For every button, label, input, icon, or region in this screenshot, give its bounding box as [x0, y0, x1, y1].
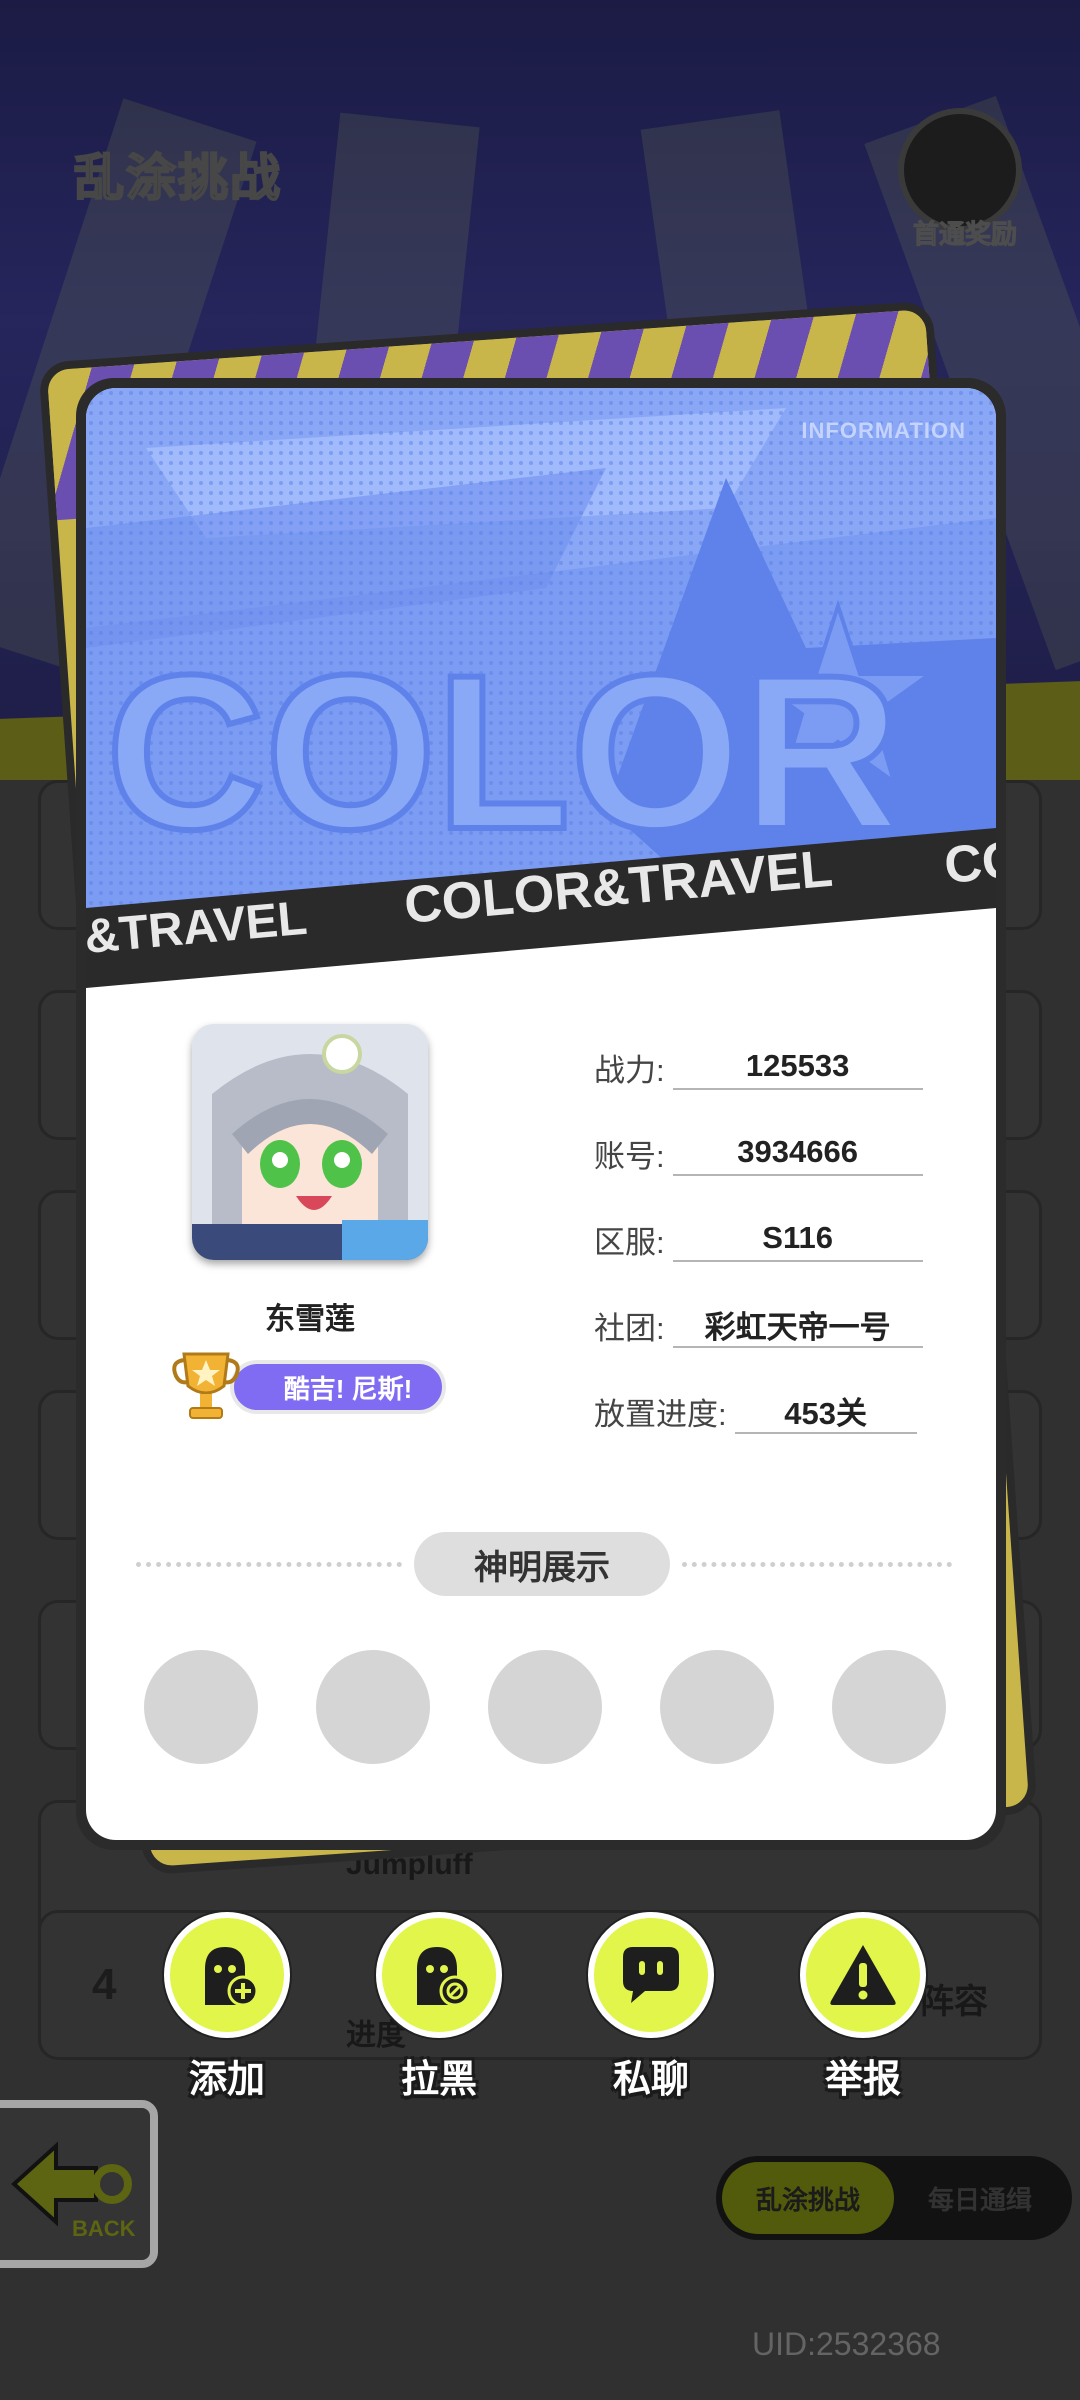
stat-account: 账号: 3934666	[594, 1120, 923, 1176]
information-tag: INFORMATION	[801, 418, 966, 443]
stat-server: 区服: S116	[594, 1206, 923, 1262]
stat-value: 彩虹天帝一号	[672, 1302, 923, 1348]
divider-right	[682, 1562, 952, 1567]
private-chat-button[interactable]: 私聊	[588, 1912, 714, 2103]
divider-left	[136, 1562, 402, 1567]
stat-label: 战力:	[594, 1053, 665, 1088]
stat-label: 账号:	[594, 1139, 665, 1174]
title-badge-text: 酷吉! 尼斯!	[283, 1373, 413, 1404]
chat-icon	[623, 1947, 679, 2003]
stat-value: S116	[672, 1216, 923, 1262]
stat-guild: 社团: 彩虹天帝一号	[594, 1292, 923, 1348]
player-name: 东雪莲	[265, 1303, 355, 1336]
banner-tagline-right: CO	[942, 830, 996, 895]
block-button[interactable]: 拉黑	[376, 1912, 502, 2103]
block-label: 拉黑	[400, 2059, 477, 2101]
showcase-slot[interactable]	[144, 1650, 258, 1764]
showcase-slot[interactable]	[316, 1650, 430, 1764]
stat-label: 放置进度:	[594, 1397, 727, 1432]
block-circle[interactable]	[376, 1912, 502, 2038]
stat-value: 125533	[672, 1044, 923, 1090]
report-circle[interactable]	[800, 1912, 926, 2038]
stat-power: 战力: 125533	[594, 1034, 923, 1090]
showcase-title: 神明展示	[414, 1532, 670, 1596]
add-friend-button[interactable]: 添加	[164, 1912, 290, 2103]
showcase-slot[interactable]	[660, 1650, 774, 1764]
banner-word: COLOR	[106, 629, 900, 875]
private-chat-label: 私聊	[612, 2059, 689, 2101]
stat-idle-progress: 放置进度: 453关	[594, 1378, 917, 1434]
banner-artwork: COLOR &TRAVEL COLOR&TRAVEL CO	[86, 388, 996, 988]
trophy-icon	[172, 1352, 240, 1419]
showcase-slot[interactable]	[832, 1650, 946, 1764]
stat-value: 453关	[734, 1388, 917, 1434]
player-info-card: COLOR &TRAVEL COLOR&TRAVEL CO INFORMATIO…	[76, 378, 1006, 1850]
avatar-portrait	[192, 1024, 428, 1260]
add-friend-circle[interactable]	[164, 1912, 290, 2038]
add-friend-icon	[205, 1947, 259, 2007]
stat-label: 区服:	[594, 1225, 665, 1260]
report-button[interactable]: 举报	[800, 1912, 926, 2103]
stat-value: 3934666	[672, 1130, 923, 1176]
private-chat-circle[interactable]	[588, 1912, 714, 2038]
report-label: 举报	[824, 2059, 901, 2101]
showcase-slot[interactable]	[488, 1650, 602, 1764]
stat-label: 社团:	[594, 1311, 665, 1346]
warning-icon	[830, 1945, 896, 2005]
title-badge: 酷吉! 尼斯!	[230, 1360, 446, 1414]
avatar[interactable]	[192, 1024, 428, 1260]
add-friend-label: 添加	[188, 2059, 265, 2101]
block-icon	[417, 1947, 471, 2007]
